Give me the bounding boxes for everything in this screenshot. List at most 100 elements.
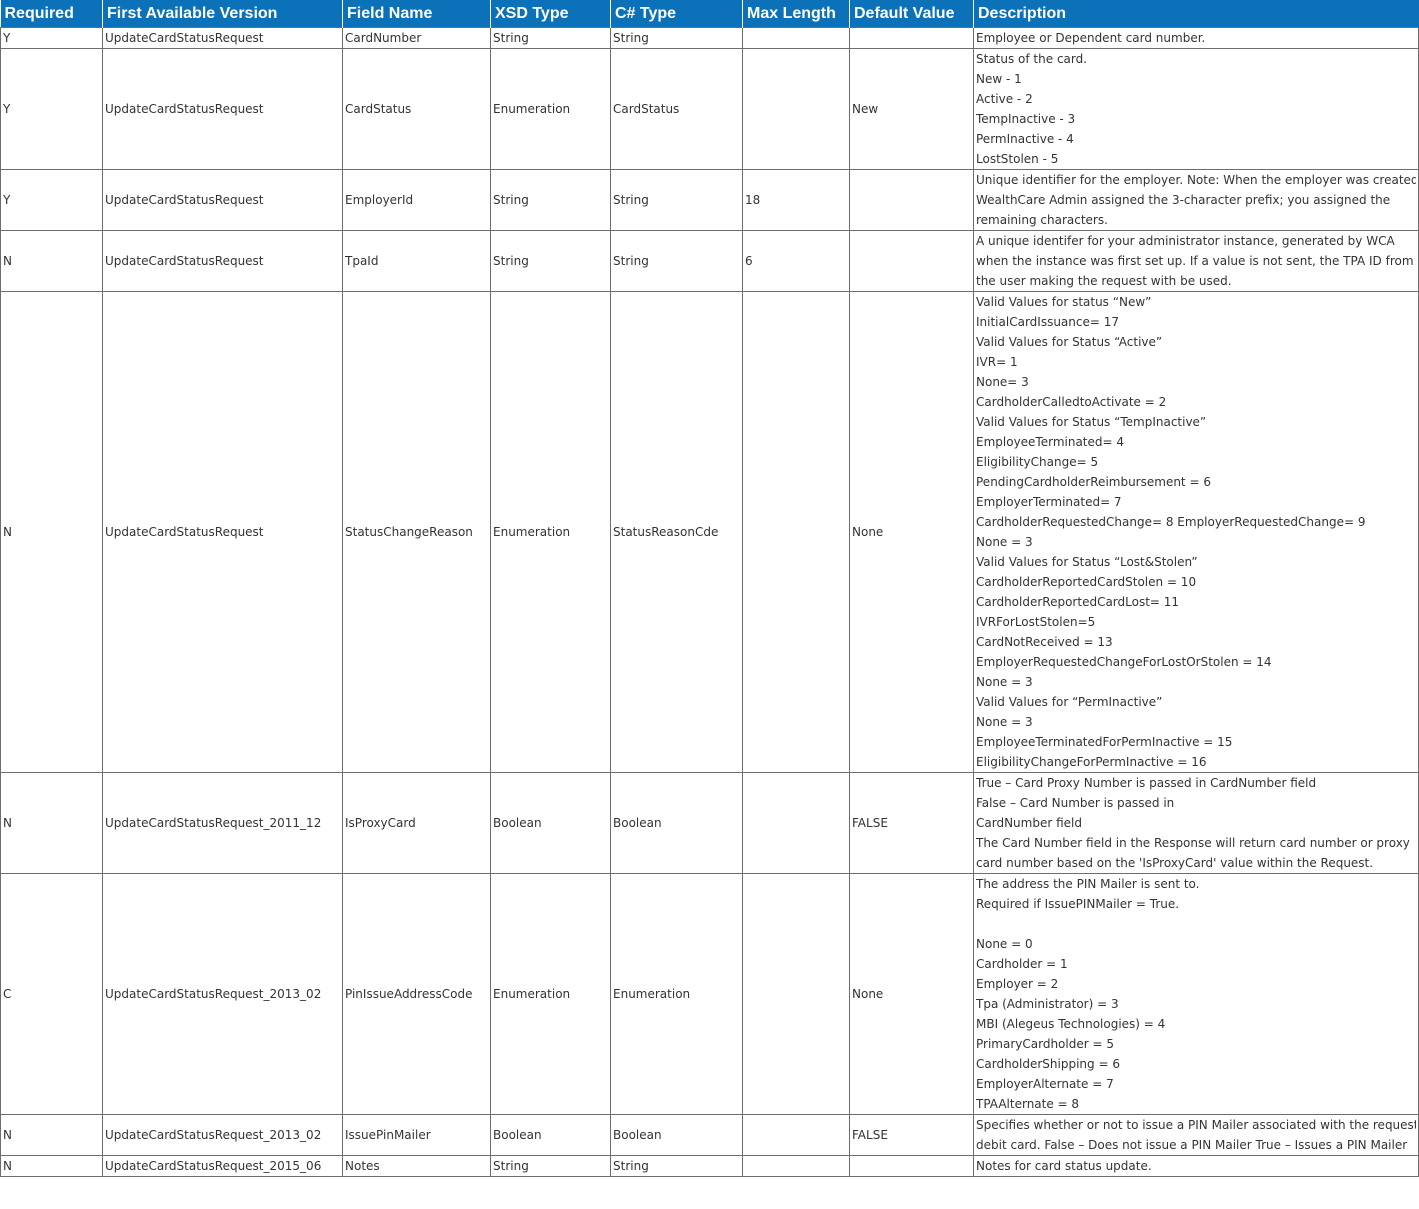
csharp-type-cell: CardStatus bbox=[610, 48, 743, 170]
description-line: EmployerAlternate = 7 bbox=[976, 1077, 1114, 1091]
version-cell: UpdateCardStatusRequest bbox=[102, 48, 343, 170]
field-name-cell: IssuePinMailer bbox=[342, 1114, 491, 1156]
xsd-type-cell: String bbox=[490, 1155, 611, 1177]
csharp-type-cell: String bbox=[610, 230, 743, 292]
max-length-cell bbox=[742, 27, 850, 49]
description-line: Cardholder = 1 bbox=[976, 957, 1068, 971]
max-length-cell bbox=[742, 291, 850, 773]
required-cell: N bbox=[0, 1114, 103, 1156]
description-line: EmployerTerminated= 7 bbox=[976, 495, 1122, 509]
xsd-type-cell: Enumeration bbox=[490, 873, 611, 1115]
version-cell: UpdateCardStatusRequest bbox=[102, 27, 343, 49]
default-value-cell bbox=[849, 169, 974, 231]
default-value-cell bbox=[849, 27, 974, 49]
description-line: TempInactive - 3 bbox=[976, 112, 1076, 126]
description-line: A unique identifer for your administrato… bbox=[976, 234, 1395, 248]
table-row: N UpdateCardStatusRequest StatusChangeReas… bbox=[0, 291, 1419, 773]
description-line: when the instance was first set up. If a… bbox=[976, 254, 1414, 268]
default-value-cell: FALSE bbox=[849, 772, 974, 874]
description-line: debit card. False – Does not issue a PIN… bbox=[976, 1138, 1408, 1152]
table-row: N UpdateCardStatusRequest_2013_02 IssuePin… bbox=[0, 1114, 1419, 1156]
description-line: CardholderReportedCardLost= 11 bbox=[976, 595, 1180, 609]
table-row: Y UpdateCardStatusRequest CardStatus Enumer… bbox=[0, 48, 1419, 170]
description-line: True – Card Proxy Number is passed in Ca… bbox=[976, 776, 1317, 790]
max-length-cell bbox=[742, 1155, 850, 1177]
description-cell: Valid Values for status “New” InitialCard… bbox=[973, 291, 1419, 773]
default-value-cell bbox=[849, 230, 974, 292]
header-csharp-type: C# Type bbox=[610, 0, 743, 28]
csharp-type-cell: String bbox=[610, 169, 743, 231]
description-line: None = 0 bbox=[976, 937, 1033, 951]
description-line: Tpa (Administrator) = 3 bbox=[976, 997, 1119, 1011]
description-line: Valid Values for Status “Active” bbox=[976, 335, 1163, 349]
header-default-value: Default Value bbox=[849, 0, 974, 28]
xsd-type-cell: Boolean bbox=[490, 1114, 611, 1156]
required-cell: Y bbox=[0, 169, 103, 231]
max-length-cell: 6 bbox=[742, 230, 850, 292]
description-line: EligibilityChange= 5 bbox=[976, 455, 1099, 469]
description-line: card number based on the 'IsProxyCard' v… bbox=[976, 856, 1374, 870]
table-row: Y UpdateCardStatusRequest EmployerId String… bbox=[0, 169, 1419, 231]
field-name-cell: StatusChangeReason bbox=[342, 291, 491, 773]
description-line: IVR= 1 bbox=[976, 355, 1018, 369]
description-line: CardNotReceived = 13 bbox=[976, 635, 1113, 649]
version-cell: UpdateCardStatusRequest_2013_02 bbox=[102, 1114, 343, 1156]
description-line: EmployeeTerminatedForPermInactive = 15 bbox=[976, 735, 1233, 749]
field-name-cell: PinIssueAddressCode bbox=[342, 873, 491, 1115]
version-cell: UpdateCardStatusRequest_2015_06 bbox=[102, 1155, 343, 1177]
description-cell: Notes for card status update. bbox=[973, 1155, 1419, 1177]
description-line: PermInactive - 4 bbox=[976, 132, 1074, 146]
description-line: Valid Values for “PermInactive” bbox=[976, 695, 1163, 709]
header-required: Required bbox=[0, 0, 103, 28]
field-name-cell: Notes bbox=[342, 1155, 491, 1177]
csharp-type-cell: String bbox=[610, 27, 743, 49]
description-line: False – Card Number is passed in bbox=[976, 796, 1175, 810]
required-cell: N bbox=[0, 1155, 103, 1177]
description-line: EligibilityChangeForPermInactive = 16 bbox=[976, 755, 1207, 769]
description-line: None = 3 bbox=[976, 535, 1033, 549]
header-description: Description bbox=[973, 0, 1419, 28]
xsd-type-cell: Enumeration bbox=[490, 48, 611, 170]
description-line: Unique identifier for the employer. Note… bbox=[976, 173, 1416, 187]
description-line: PendingCardholderReimbursement = 6 bbox=[976, 475, 1211, 489]
table-row: N UpdateCardStatusRequest TpaId String Strin… bbox=[0, 230, 1419, 292]
version-cell: UpdateCardStatusRequest_2013_02 bbox=[102, 873, 343, 1115]
description-line: Status of the card. bbox=[976, 52, 1088, 66]
xsd-type-cell: String bbox=[490, 27, 611, 49]
description-line: EmployeeTerminated= 4 bbox=[976, 435, 1125, 449]
description-line bbox=[976, 914, 1416, 934]
table-body: Y UpdateCardStatusRequest CardNumber String… bbox=[0, 27, 1419, 1177]
field-name-cell: EmployerId bbox=[342, 169, 491, 231]
field-spec-table: Required First Available Version Field N… bbox=[0, 0, 1419, 1177]
description-line: InitialCardIssuance= 17 bbox=[976, 315, 1120, 329]
version-cell: UpdateCardStatusRequest bbox=[102, 230, 343, 292]
field-name-cell: TpaId bbox=[342, 230, 491, 292]
description-line: None = 3 bbox=[976, 675, 1033, 689]
version-cell: UpdateCardStatusRequest bbox=[102, 291, 343, 773]
required-cell: C bbox=[0, 873, 103, 1115]
description-line: Employer = 2 bbox=[976, 977, 1059, 991]
table-row: Y UpdateCardStatusRequest CardNumber String… bbox=[0, 27, 1419, 49]
header-first-available-version: First Available Version bbox=[102, 0, 343, 28]
version-cell: UpdateCardStatusRequest_2011_12 bbox=[102, 772, 343, 874]
required-cell: N bbox=[0, 230, 103, 292]
required-cell: N bbox=[0, 772, 103, 874]
description-cell: Specifies whether or not to issue a PIN … bbox=[973, 1114, 1419, 1156]
xsd-type-cell: String bbox=[490, 169, 611, 231]
description-line: IVRForLostStolen=5 bbox=[976, 615, 1096, 629]
table-row: C UpdateCardStatusRequest_2013_02 PinIssue… bbox=[0, 873, 1419, 1115]
description-cell: True – Card Proxy Number is passed in Ca… bbox=[973, 772, 1419, 874]
description-line: Specifies whether or not to issue a PIN … bbox=[976, 1118, 1416, 1132]
csharp-type-cell: Boolean bbox=[610, 772, 743, 874]
header-row: Required First Available Version Field N… bbox=[0, 0, 1419, 28]
max-length-cell bbox=[742, 772, 850, 874]
description-line: CardholderShipping = 6 bbox=[976, 1057, 1120, 1071]
description-line: CardholderRequestedChange= 8 EmployerReq… bbox=[976, 515, 1366, 529]
csharp-type-cell: Enumeration bbox=[610, 873, 743, 1115]
csharp-type-cell: StatusReasonCde bbox=[610, 291, 743, 773]
max-length-cell bbox=[742, 873, 850, 1115]
description-line: remaining characters. bbox=[976, 213, 1108, 227]
default-value-cell: FALSE bbox=[849, 1114, 974, 1156]
description-line: TPAAlternate = 8 bbox=[976, 1097, 1080, 1111]
header-field-name: Field Name bbox=[342, 0, 491, 28]
